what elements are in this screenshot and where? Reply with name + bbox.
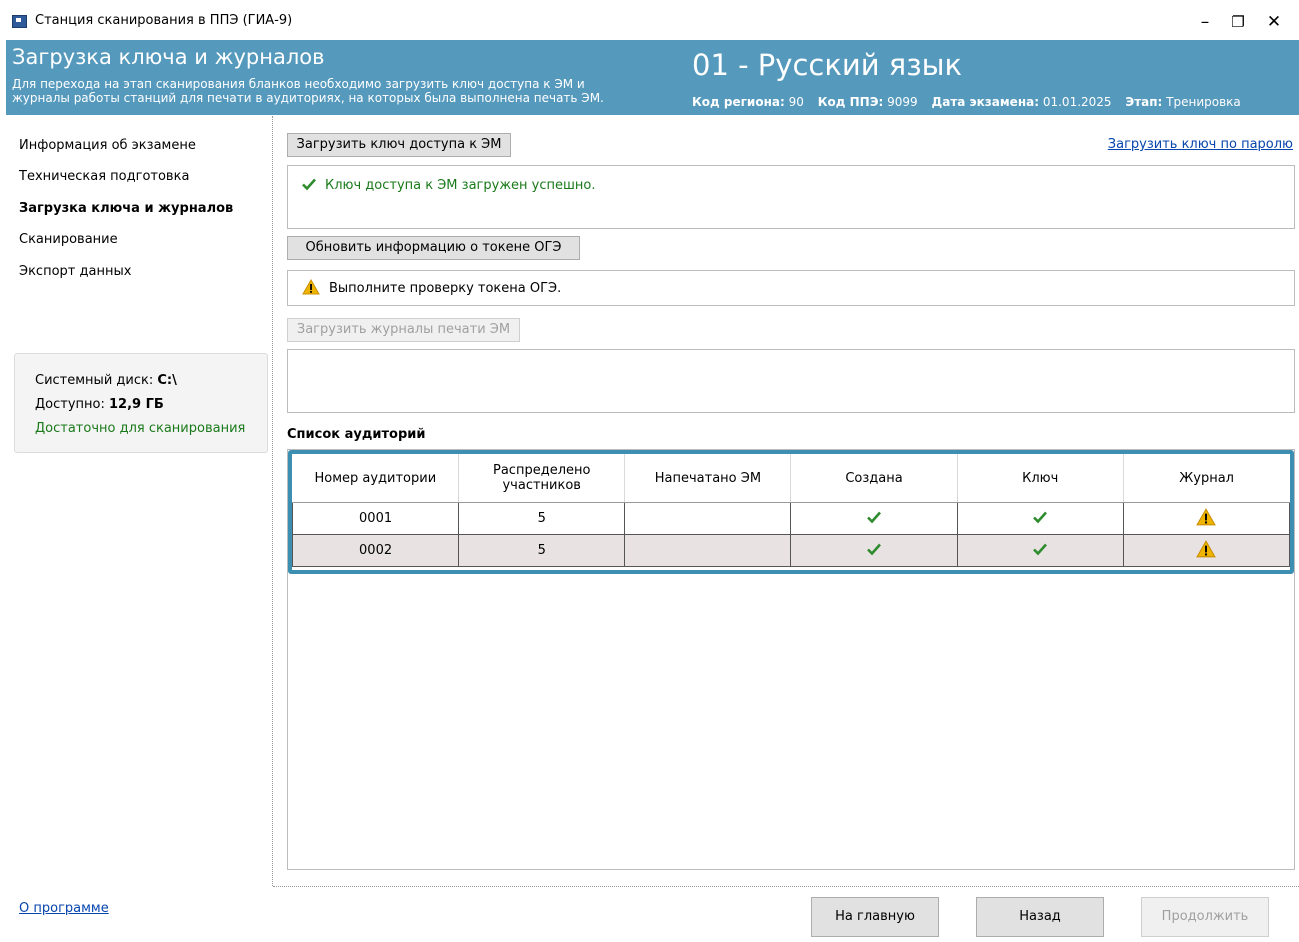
about-link[interactable]: О программе — [19, 901, 109, 916]
sidebar-item-tech-prep[interactable]: Техническая подготовка — [19, 169, 189, 184]
stage-label: Этап: — [1125, 95, 1163, 109]
token-status: Выполните проверку токена ОГЭ. — [302, 279, 561, 296]
table-header-row: Номер аудитории Распределено участников … — [292, 454, 1290, 503]
exam-meta: Код региона: 90 Код ППЭ: 9099 Дата экзам… — [692, 95, 1241, 109]
col-header-printed[interactable]: Напечатано ЭМ — [624, 454, 792, 503]
cell-room: 0001 — [291, 502, 460, 535]
cell-printed — [624, 534, 792, 567]
sidebar-item-scanning[interactable]: Сканирование — [19, 232, 118, 247]
region-label: Код региона: — [692, 95, 785, 109]
page-description-line2: журналы работы станций для печати в ауди… — [12, 91, 604, 105]
cell-journal — [1122, 502, 1291, 535]
check-icon — [867, 511, 882, 523]
page-description-line1: Для перехода на этап сканирования бланко… — [12, 77, 585, 91]
page-description: Для перехода на этап сканирования бланко… — [12, 77, 604, 105]
sidebar-item-export[interactable]: Экспорт данных — [19, 264, 131, 279]
cell-created — [790, 502, 958, 535]
disk-value: C:\ — [157, 373, 177, 388]
window-title: Станция сканирования в ППЭ (ГИА-9) — [35, 13, 293, 28]
region-value: 90 — [788, 95, 804, 109]
ppe-value: 9099 — [887, 95, 918, 109]
warning-icon — [1196, 539, 1217, 557]
date-label: Дата экзамена: — [931, 95, 1040, 109]
token-status-text: Выполните проверку токена ОГЭ. — [329, 281, 562, 296]
page-header: Загрузка ключа и журналов Для перехода н… — [6, 40, 1299, 115]
restore-button[interactable]: ❐ — [1218, 8, 1258, 36]
key-status-text: Ключ доступа к ЭМ загружен успешно. — [325, 178, 596, 193]
check-icon — [1033, 511, 1048, 523]
back-button[interactable]: Назад — [976, 897, 1104, 937]
key-status-panel: Ключ доступа к ЭМ загружен успешно. — [287, 165, 1295, 229]
col-header-journal[interactable]: Журнал — [1123, 454, 1290, 503]
table-row[interactable]: 0002 5 — [291, 534, 1291, 567]
cell-room: 0002 — [291, 534, 460, 567]
disk-info-panel: Системный диск: C:\ Доступно: 12,9 ГБ До… — [14, 353, 268, 453]
cell-key — [956, 534, 1124, 567]
load-key-by-password-link[interactable]: Загрузить ключ по паролю — [1108, 137, 1293, 152]
cell-assigned: 5 — [458, 534, 626, 567]
disk-line: Системный диск: C:\ — [35, 373, 177, 388]
check-icon — [1033, 543, 1048, 555]
window-titlebar: Станция сканирования в ППЭ (ГИА-9) – ❐ ✕ — [0, 0, 1299, 40]
col-header-created[interactable]: Создана — [790, 454, 958, 503]
sidebar-item-key-journals[interactable]: Загрузка ключа и журналов — [19, 201, 233, 216]
key-status: Ключ доступа к ЭМ загружен успешно. — [302, 177, 595, 193]
journals-status-panel — [287, 349, 1295, 413]
home-button[interactable]: На главную — [811, 897, 939, 937]
rooms-table: Номер аудитории Распределено участников … — [291, 454, 1291, 567]
page-title: Загрузка ключа и журналов — [12, 45, 325, 69]
warning-icon — [302, 279, 320, 295]
load-key-button[interactable]: Загрузить ключ доступа к ЭМ — [287, 133, 511, 157]
disk-available-value: 12,9 ГБ — [109, 397, 164, 412]
load-journals-button[interactable]: Загрузить журналы печати ЭМ — [287, 318, 520, 342]
cell-printed — [624, 502, 792, 535]
rooms-table-frame: Номер аудитории Распределено участников … — [288, 450, 1294, 574]
col-header-room[interactable]: Номер аудитории — [292, 454, 460, 503]
ppe-label: Код ППЭ: — [817, 95, 884, 109]
footer-divider — [273, 886, 1299, 887]
check-icon — [867, 543, 882, 555]
cell-journal — [1122, 534, 1291, 567]
main-content: Загрузить ключ доступа к ЭМ Загрузить кл… — [273, 116, 1299, 886]
disk-available-label: Доступно: — [35, 397, 105, 412]
update-token-button[interactable]: Обновить информацию о токене ОГЭ — [287, 236, 580, 260]
disk-available-line: Доступно: 12,9 ГБ — [35, 397, 164, 412]
exam-subject: 01 - Русский язык — [692, 48, 963, 82]
check-icon — [302, 178, 316, 191]
disk-status: Достаточно для сканирования — [35, 421, 246, 436]
continue-button[interactable]: Продолжить — [1141, 897, 1269, 937]
cell-key — [956, 502, 1124, 535]
token-status-panel: Выполните проверку токена ОГЭ. — [287, 270, 1295, 306]
warning-icon — [1196, 507, 1217, 525]
cell-created — [790, 534, 958, 567]
col-header-assigned[interactable]: Распределено участников — [458, 454, 626, 503]
col-header-key[interactable]: Ключ — [957, 454, 1124, 503]
close-button[interactable]: ✕ — [1254, 8, 1294, 36]
date-value: 01.01.2025 — [1042, 95, 1112, 109]
cell-assigned: 5 — [458, 502, 626, 535]
sidebar-item-exam-info[interactable]: Информация об экзамене — [19, 138, 196, 153]
app-icon — [12, 15, 27, 28]
rooms-list: Номер аудитории Распределено участников … — [287, 449, 1295, 870]
stage-value: Тренировка — [1166, 95, 1241, 109]
table-row[interactable]: 0001 5 — [291, 502, 1291, 535]
sidebar: Информация об экзамене Техническая подго… — [6, 116, 272, 942]
disk-label: Системный диск: — [35, 373, 154, 388]
rooms-list-title: Список аудиторий — [287, 427, 426, 442]
